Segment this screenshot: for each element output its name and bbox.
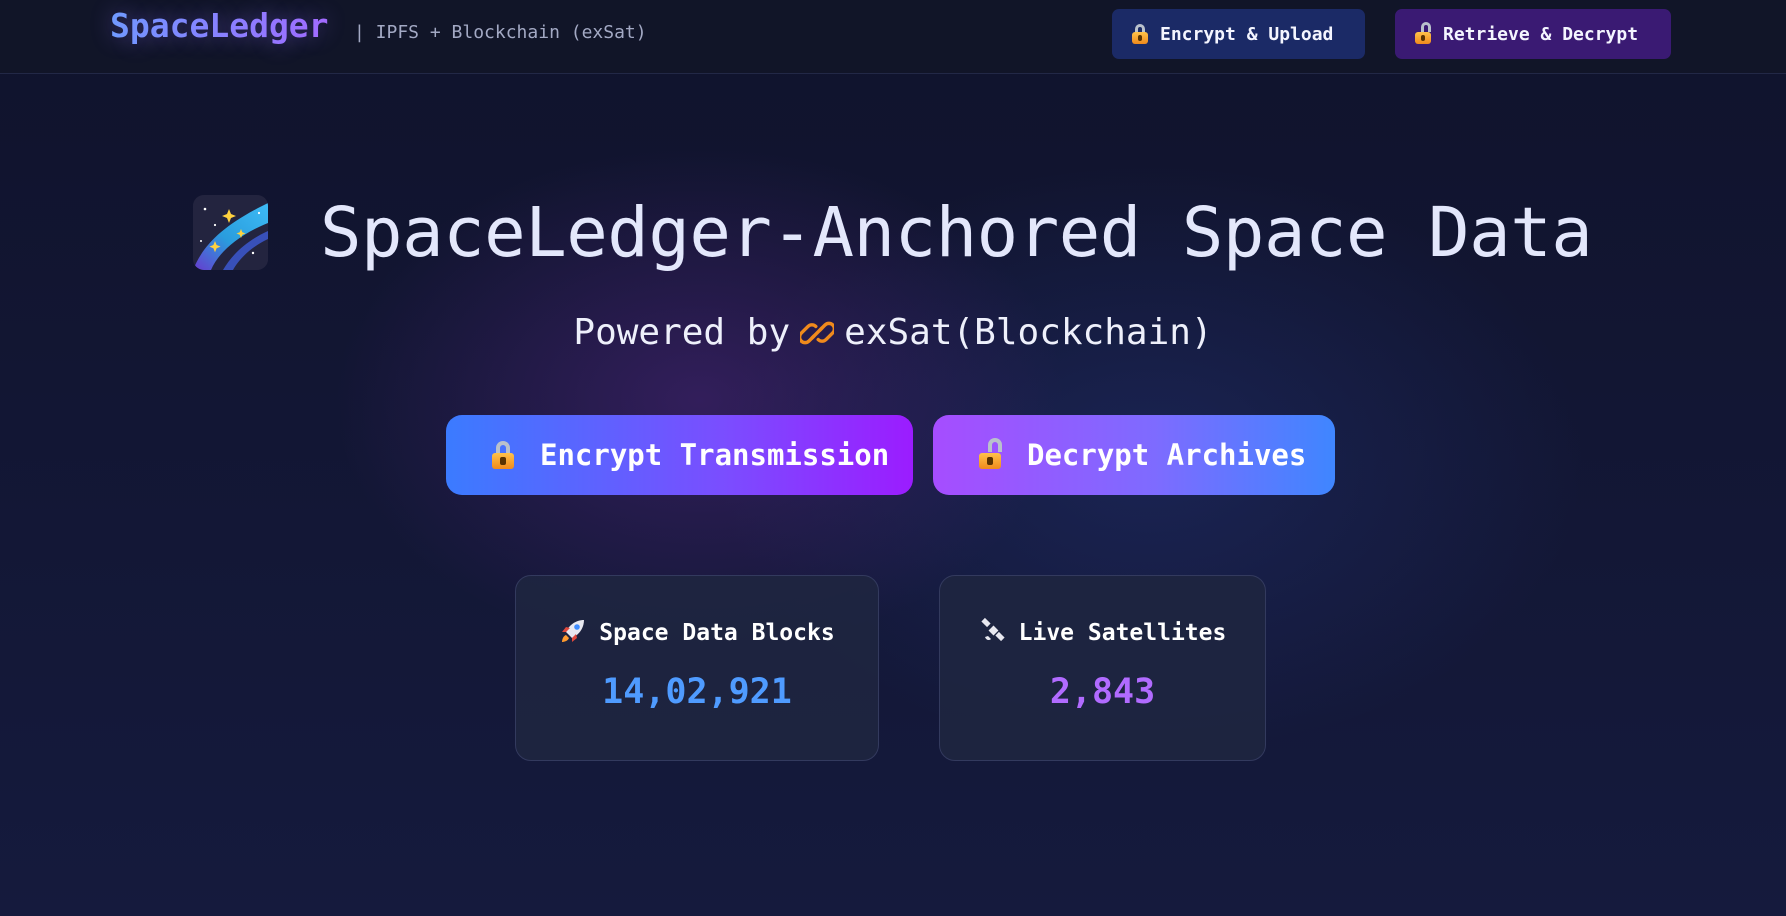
encrypt-upload-label: Encrypt & Upload <box>1160 23 1334 45</box>
stat-value: 14,02,921 <box>602 672 792 712</box>
stat-label-text: Space Data Blocks <box>599 620 835 646</box>
lock-icon <box>492 441 514 469</box>
retrieve-decrypt-label: Retrieve & Decrypt <box>1443 23 1639 45</box>
page-title: SpaceLedger-Anchored Space Data <box>320 193 1593 273</box>
encrypt-transmission-label: Encrypt Transmission <box>540 438 890 472</box>
chain-link-icon <box>798 314 837 348</box>
decrypt-archives-button[interactable]: Decrypt Archives <box>933 415 1335 495</box>
encrypt-upload-button[interactable]: Encrypt & Upload <box>1112 9 1365 59</box>
exsat-name[interactable]: exSat(Blockchain) <box>844 312 1212 353</box>
brand-logo[interactable]: SpaceLedger <box>110 4 329 48</box>
stat-card-space-data-blocks: Space Data Blocks 14,02,921 <box>515 575 879 761</box>
encrypt-transmission-button[interactable]: Encrypt Transmission <box>446 415 913 495</box>
unlock-icon <box>1415 22 1431 44</box>
stat-label: Live Satellites <box>940 616 1265 650</box>
rocket-icon <box>559 617 587 645</box>
milky-way-icon <box>193 195 268 270</box>
powered-by-line: Powered by exSat(Blockchain) <box>0 308 1786 358</box>
top-navbar: SpaceLedger | IPFS + Blockchain (exSat) … <box>0 0 1786 74</box>
stat-label-text: Live Satellites <box>1018 620 1227 646</box>
powered-by-label: Powered by <box>573 312 791 353</box>
stat-value: 2,843 <box>1049 672 1156 712</box>
lock-icon <box>1132 24 1148 44</box>
stat-card-live-satellites: Live Satellites 2,843 <box>939 575 1266 761</box>
decrypt-archives-label: Decrypt Archives <box>1027 438 1307 472</box>
satellite-icon <box>979 617 1007 645</box>
unlock-icon <box>979 438 1002 469</box>
stat-label: Space Data Blocks <box>516 616 878 650</box>
brand-tagline: | IPFS + Blockchain (exSat) <box>354 22 647 43</box>
retrieve-decrypt-button[interactable]: Retrieve & Decrypt <box>1395 9 1671 59</box>
